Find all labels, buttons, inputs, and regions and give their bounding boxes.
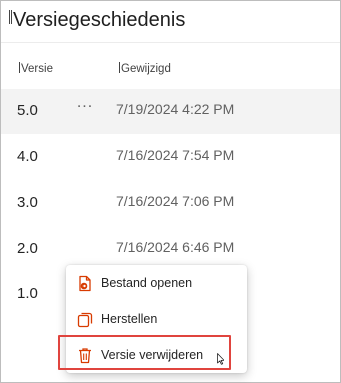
title-grip-icon-2 (11, 10, 12, 24)
version-number: 1.0 (17, 285, 38, 302)
menu-item-label: Herstellen (101, 312, 158, 326)
menu-item-open-file[interactable]: Bestand openen (66, 267, 247, 299)
title-grip-icon (9, 10, 10, 24)
column-header-modified-label: Gewijzigd (121, 63, 171, 75)
version-row[interactable]: 4.0 7/16/2024 7:54 PM (1, 135, 340, 180)
version-number: 2.0 (17, 240, 38, 257)
column-header-version[interactable]: Versie (19, 62, 53, 75)
restore-icon (77, 312, 93, 328)
panel-title: Versiegeschiedenis (9, 9, 185, 32)
version-history-panel: Versiegeschiedenis Versie Gewijzigd 5.0 … (0, 0, 341, 383)
file-open-icon (79, 275, 91, 292)
version-number: 4.0 (17, 148, 38, 165)
version-row[interactable]: 5.0 ... 7/19/2024 4:22 PM (1, 89, 340, 134)
more-options-button[interactable]: ... (73, 94, 97, 118)
column-header-modified[interactable]: Gewijzigd (119, 62, 171, 75)
highlight-box (58, 335, 231, 370)
menu-item-restore[interactable]: Herstellen (66, 303, 247, 335)
modified-date: 7/16/2024 7:06 PM (116, 193, 235, 209)
modified-date: 7/16/2024 7:54 PM (116, 147, 235, 163)
panel-title-text: Versiegeschiedenis (13, 9, 186, 31)
version-row[interactable]: 3.0 7/16/2024 7:06 PM (1, 181, 340, 226)
modified-date: 7/16/2024 6:46 PM (116, 239, 235, 255)
version-number: 5.0 (17, 102, 38, 119)
version-number: 3.0 (17, 194, 38, 211)
modified-date: 7/19/2024 4:22 PM (116, 101, 235, 117)
column-resize-handle[interactable] (119, 62, 120, 73)
column-header-version-label: Versie (21, 63, 53, 75)
title-divider (1, 42, 340, 43)
mouse-cursor-icon (217, 353, 224, 365)
menu-item-label: Bestand openen (101, 276, 193, 290)
column-resize-handle[interactable] (19, 62, 20, 73)
